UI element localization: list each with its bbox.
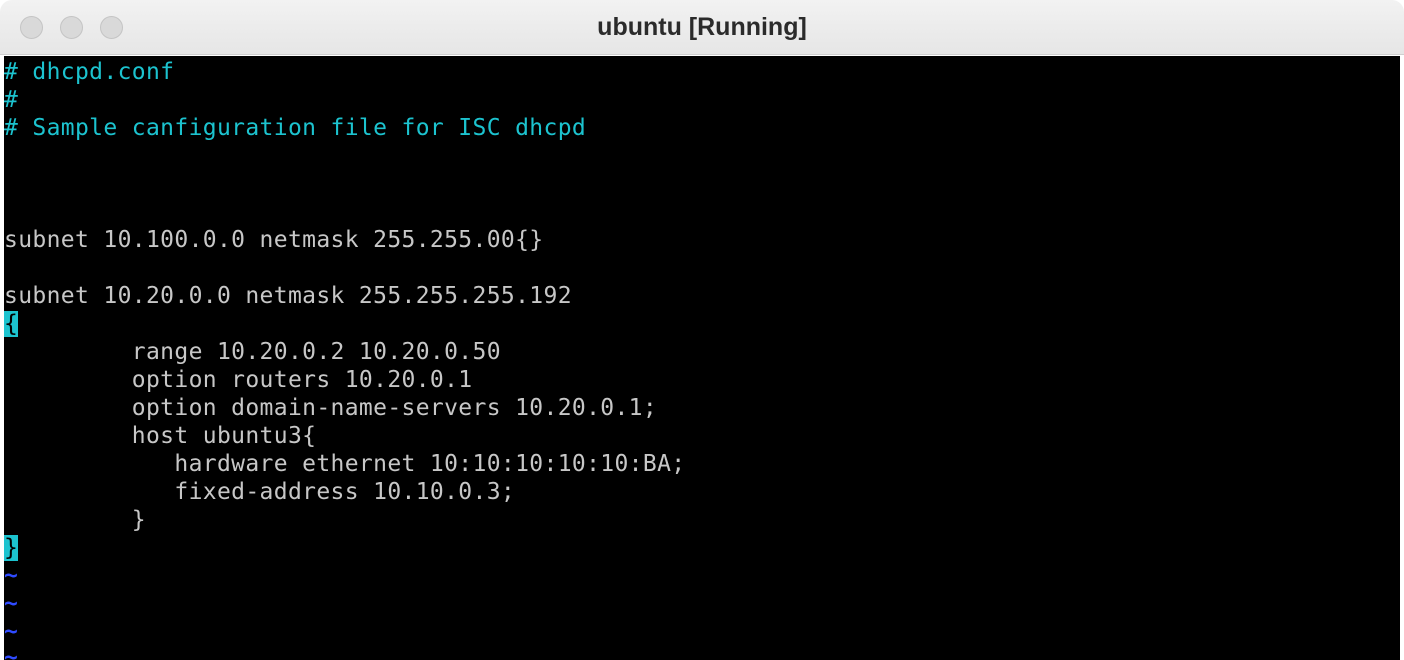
highlighted-brace: } — [4, 535, 19, 561]
brace-line: } — [4, 534, 19, 562]
vim-editor[interactable]: # dhcpd.conf # # Sample canfiguration fi… — [4, 56, 1400, 660]
comment-line: # Sample canfiguration file for ISC dhcp… — [4, 115, 587, 141]
config-line: hardware ethernet 10:10:10:10:10:BA; — [4, 451, 686, 477]
comment-line: # — [4, 87, 19, 113]
window-title: ubuntu [Running] — [597, 13, 807, 41]
vm-window: ubuntu [Running] # dhcpd.conf # # Sample… — [0, 0, 1404, 660]
empty-buffer-tilde: ~ — [4, 645, 19, 660]
config-line: fixed-address 10.10.0.3; — [4, 479, 516, 505]
config-line: option routers 10.20.0.1 — [4, 367, 473, 393]
config-line: subnet 10.20.0.0 netmask 255.255.255.192 — [4, 283, 572, 309]
config-line: } — [4, 507, 146, 533]
brace-line: { — [4, 310, 19, 338]
config-line: subnet 10.100.0.0 netmask 255.255.00{} — [4, 227, 544, 253]
comment-line: # dhcpd.conf — [4, 59, 175, 85]
config-line: range 10.20.0.2 10.20.0.50 — [4, 339, 501, 365]
config-line: host ubuntu3{ — [4, 423, 317, 449]
title-bar: ubuntu [Running] — [0, 0, 1404, 55]
empty-buffer-tilde: ~ — [4, 619, 19, 645]
empty-buffer-tilde: ~ — [4, 591, 19, 617]
empty-buffer-tilde: ~ — [4, 563, 19, 589]
config-line: option domain-name-servers 10.20.0.1; — [4, 395, 658, 421]
highlighted-brace: { — [4, 311, 19, 337]
